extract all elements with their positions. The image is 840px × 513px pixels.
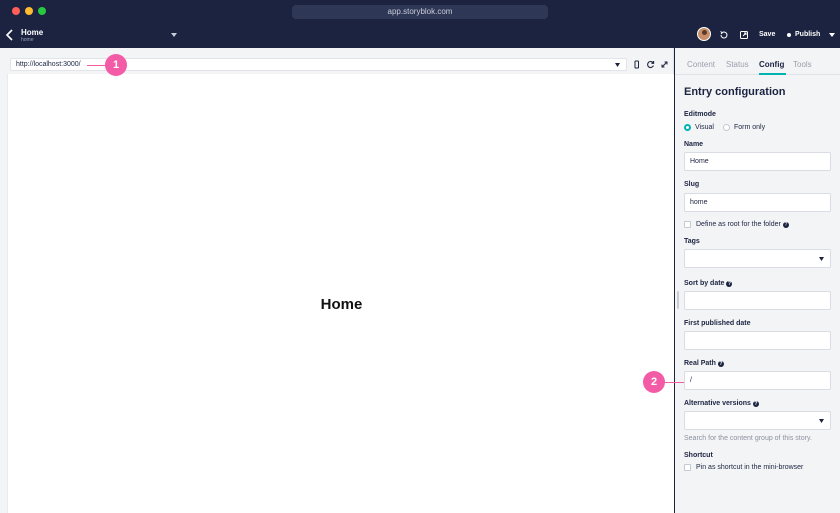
callout-connector [87, 65, 107, 66]
tab-tools[interactable]: Tools [793, 60, 812, 69]
editmode-form-label[interactable]: Form only [734, 124, 765, 131]
help-icon[interactable]: ? [717, 361, 724, 367]
shortcut-label: Shortcut [684, 452, 713, 459]
chevron-down-icon [819, 257, 824, 261]
publish-status-dot [787, 33, 791, 37]
preview-address-text: http://localhost:3000/ [16, 61, 81, 68]
alt-versions-select[interactable] [684, 411, 831, 430]
chevron-down-icon [819, 419, 824, 423]
config-panel: Content Status Config Tools Entry config… [675, 48, 840, 513]
user-avatar[interactable] [697, 27, 711, 41]
tags-select[interactable] [684, 249, 831, 268]
editmode-visual-radio[interactable] [684, 124, 691, 131]
chevron-down-icon[interactable] [171, 33, 177, 37]
sort-by-date-label: Sort by date? [684, 280, 733, 287]
alt-versions-label: Alternative versions? [684, 400, 759, 407]
shortcut-checkbox[interactable] [684, 464, 691, 471]
shortcut-option-label[interactable]: Pin as shortcut in the mini-browser [696, 464, 803, 471]
back-arrow-icon[interactable] [4, 28, 16, 42]
real-path-input[interactable]: / [684, 371, 831, 390]
chevron-down-icon[interactable] [615, 63, 620, 67]
help-icon[interactable]: ? [726, 281, 733, 287]
preview-page-frame[interactable]: Home [7, 74, 674, 513]
mobile-view-icon[interactable] [632, 60, 641, 69]
slug-input[interactable]: home [684, 193, 831, 212]
tags-label: Tags [684, 238, 700, 245]
open-external-icon[interactable] [739, 30, 749, 40]
browser-url-bar[interactable]: app.storyblok.com [292, 5, 548, 19]
editmode-label: Editmode [684, 111, 716, 118]
callout-connector [664, 382, 684, 383]
window-titlebar: app.storyblok.com [0, 0, 840, 22]
panel-resize-handle[interactable] [677, 291, 679, 309]
real-path-label: Real Path? [684, 360, 724, 367]
callout-badge-2: 2 [643, 371, 665, 393]
visual-preview: http://localhost:3000/ Home [0, 48, 674, 513]
panel-title: Entry configuration [684, 86, 786, 98]
story-slug: home [21, 37, 34, 43]
root-folder-checkbox[interactable] [684, 221, 691, 228]
help-icon[interactable]: ? [782, 222, 789, 228]
first-published-input[interactable] [684, 331, 831, 350]
first-published-label: First published date [684, 320, 751, 327]
sort-by-date-input[interactable] [684, 291, 831, 310]
slug-label: Slug [684, 181, 700, 188]
tab-config[interactable]: Config [759, 60, 784, 69]
name-input[interactable]: Home [684, 152, 831, 171]
refresh-icon[interactable] [646, 60, 655, 69]
editmode-form-radio[interactable] [723, 124, 730, 131]
save-button[interactable]: Save [759, 31, 775, 38]
publish-button[interactable]: Publish [795, 31, 820, 38]
zoom-window-button[interactable] [38, 7, 46, 15]
story-title[interactable]: Home [21, 28, 43, 37]
history-icon[interactable] [719, 30, 729, 40]
callout-badge-1: 1 [105, 54, 127, 76]
panel-tabs: Content Status Config Tools [675, 48, 840, 75]
alt-versions-hint: Search for the content group of this sto… [684, 435, 812, 442]
page-heading: Home [320, 296, 363, 313]
tab-status[interactable]: Status [726, 60, 749, 69]
close-window-button[interactable] [12, 7, 20, 15]
minimize-window-button[interactable] [25, 7, 33, 15]
help-icon[interactable]: ? [752, 401, 759, 407]
editmode-visual-label[interactable]: Visual [695, 124, 714, 131]
name-label: Name [684, 141, 704, 148]
tab-content[interactable]: Content [687, 60, 715, 69]
app-header: Home home Save Publish [0, 22, 840, 48]
active-tab-indicator [759, 73, 786, 75]
publish-chevron-down-icon[interactable] [829, 33, 835, 37]
root-folder-label[interactable]: Define as root for the folder? [696, 221, 789, 228]
expand-icon[interactable] [660, 60, 669, 69]
